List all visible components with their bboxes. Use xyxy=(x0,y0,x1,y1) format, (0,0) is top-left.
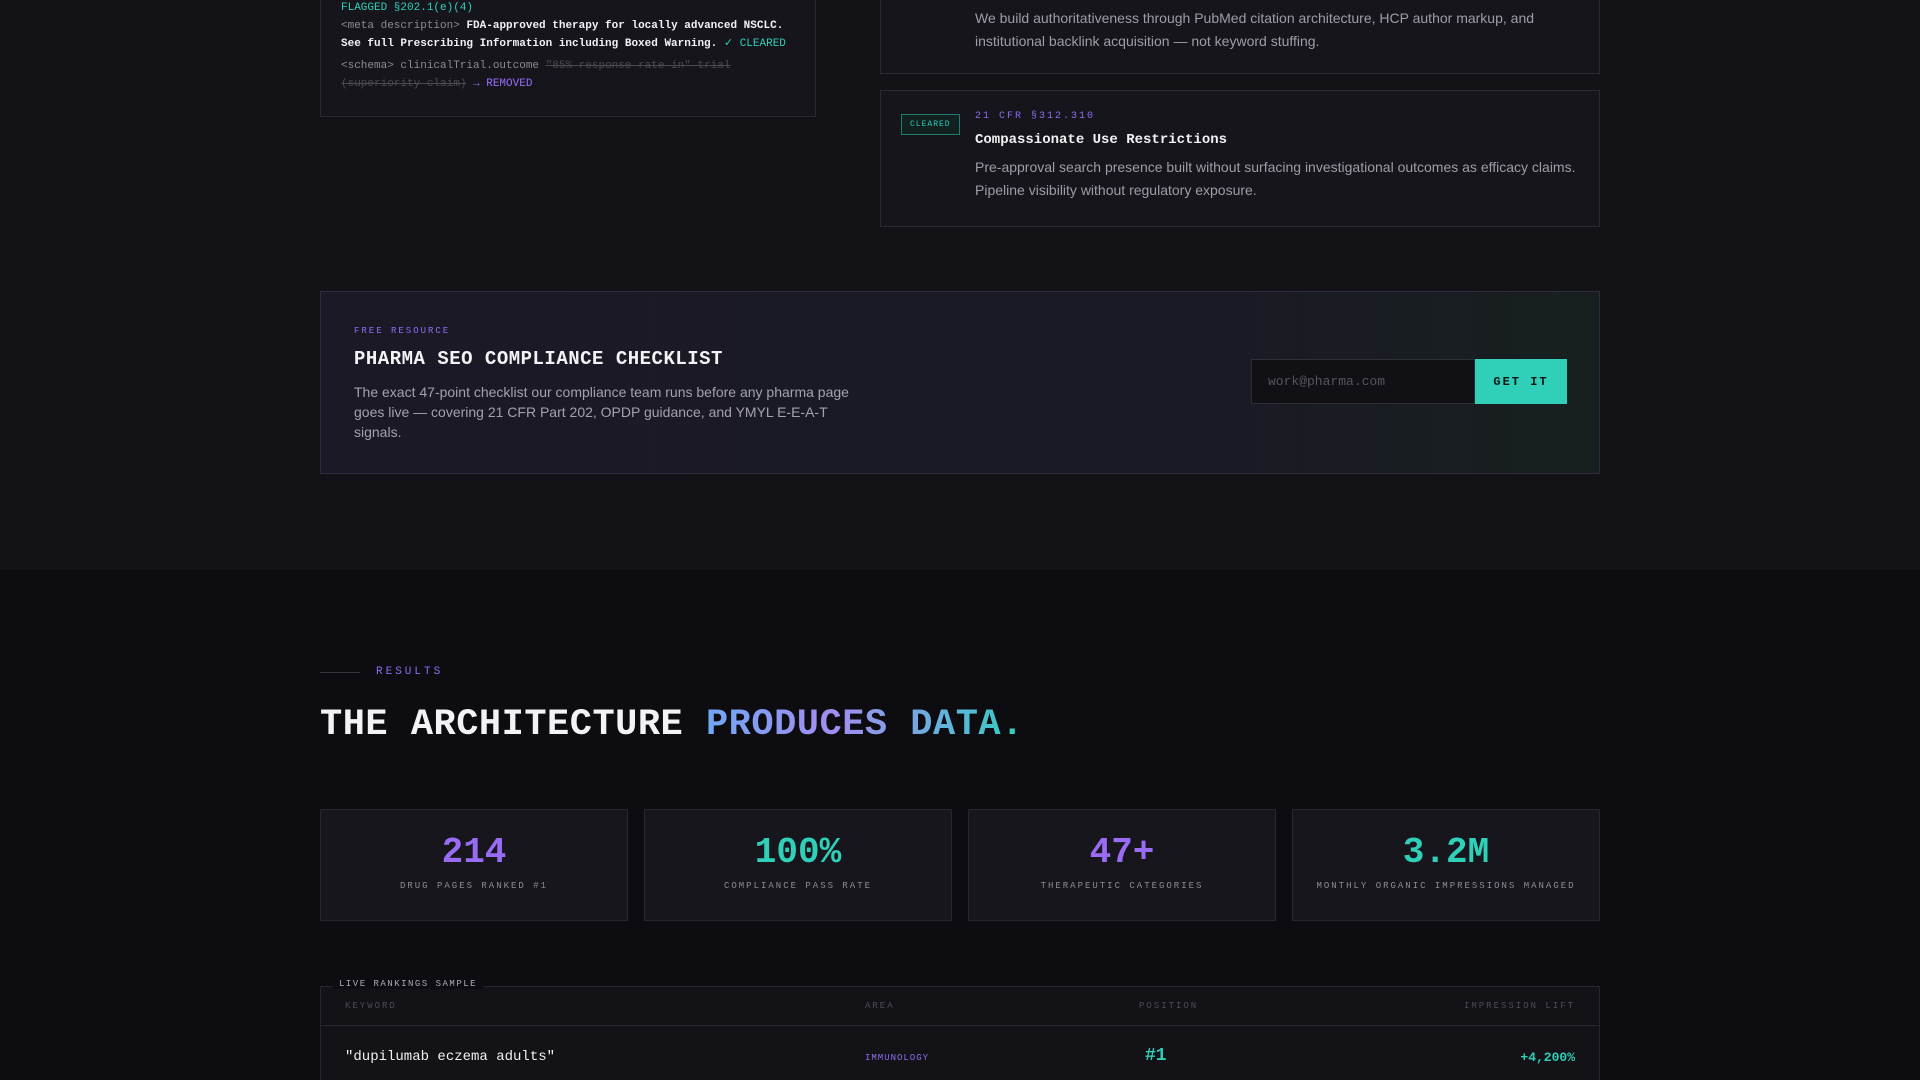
rule-body: We build authoritativeness through PubMe… xyxy=(975,7,1579,53)
stat-value: 3.2M xyxy=(1402,832,1490,873)
results-section: RESULTS THE ARCHITECTURE PRODUCES DATA. … xyxy=(0,570,1920,1080)
rule-card-compassionate-use: CLEARED 21 CFR §312.310 Compassionate Us… xyxy=(880,90,1600,227)
resource-description: The exact 47-point checklist our complia… xyxy=(354,384,849,440)
stat-card: 214 DRUG PAGES RANKED #1 xyxy=(320,809,628,921)
free-resource-banner: FREE RESOURCE PHARMA SEO COMPLIANCE CHEC… xyxy=(320,291,1600,474)
rule-body: 21 CFR §312.310 Compassionate Use Restri… xyxy=(975,111,1579,202)
table-caption: LIVE RANKINGS SAMPLE xyxy=(333,979,484,989)
impression-lift-cell: +4,200% xyxy=(1520,1050,1575,1065)
cleared-badge: CLEARED xyxy=(901,114,960,135)
rule-description: Pre-approval search presence built witho… xyxy=(975,159,1576,198)
header-divider xyxy=(321,1025,1599,1026)
rule-description: We build authoritativeness through PubMe… xyxy=(975,10,1535,49)
stat-value: 47+ xyxy=(1089,832,1155,873)
rule-title: Compassionate Use Restrictions xyxy=(975,132,1228,148)
section-divider xyxy=(320,672,360,673)
column-header-keyword: KEYWORD xyxy=(345,1001,397,1011)
stat-card: 47+ THERAPEUTIC CATEGORIES xyxy=(968,809,1276,921)
rule-card-authority: We build authoritativeness through PubMe… xyxy=(880,0,1600,74)
meta-tag: <meta description> xyxy=(341,20,460,32)
stat-card: 3.2M MONTHLY ORGANIC IMPRESSIONS MANAGED xyxy=(1292,809,1600,921)
schema-line: <schema> clinicalTrial.outcome "85% resp… xyxy=(341,57,795,93)
meta-description-line: <meta description> FDA-approved therapy … xyxy=(341,17,795,53)
stat-card: 100% COMPLIANCE PASS RATE xyxy=(644,809,952,921)
section-label: RESULTS xyxy=(376,666,444,678)
position-cell: #1 xyxy=(1145,1046,1167,1066)
resource-kicker: FREE RESOURCE xyxy=(354,326,451,336)
stat-label: MONTHLY ORGANIC IMPRESSIONS MANAGED xyxy=(1316,881,1576,891)
stat-value: 100% xyxy=(754,832,842,873)
column-header-impression-lift: IMPRESSION LIFT xyxy=(1463,1001,1575,1011)
get-it-button[interactable]: GET IT xyxy=(1475,359,1567,404)
meta-status: ✓ CLEARED xyxy=(723,38,786,50)
stat-label: THERAPEUTIC CATEGORIES xyxy=(1040,881,1204,891)
results-headline: THE ARCHITECTURE PRODUCES DATA. xyxy=(320,704,1024,746)
headline-accent: PRODUCES DATA. xyxy=(705,704,1024,746)
area-cell: IMMUNOLOGY xyxy=(865,1053,930,1063)
headline-plain: THE ARCHITECTURE xyxy=(320,704,706,746)
resource-title: PHARMA SEO COMPLIANCE CHECKLIST xyxy=(354,348,723,370)
stat-label: DRUG PAGES RANKED #1 xyxy=(399,881,549,891)
column-header-position: POSITION xyxy=(1139,1001,1199,1011)
stat-value: 214 xyxy=(441,832,507,873)
rule-code: 21 CFR §312.310 xyxy=(975,111,1096,122)
code-review-card: FLAGGED §202.1(e)(4) <meta description> … xyxy=(320,0,816,117)
compliance-section: FLAGGED §202.1(e)(4) <meta description> … xyxy=(0,0,1920,570)
stat-label: COMPLIANCE PASS RATE xyxy=(723,881,873,891)
rankings-table: LIVE RANKINGS SAMPLE KEYWORD AREA POSITI… xyxy=(320,979,1600,1080)
schema-tag: <schema> clinicalTrial.outcome xyxy=(341,60,540,72)
email-input[interactable] xyxy=(1251,359,1475,404)
column-header-area: AREA xyxy=(865,1001,895,1011)
keyword-cell: "dupilumab eczema adults" xyxy=(345,1049,556,1065)
page: FLAGGED §202.1(e)(4) <meta description> … xyxy=(0,0,1920,1080)
schema-status: → REMOVED xyxy=(473,78,533,90)
flag-line: FLAGGED §202.1(e)(4) xyxy=(341,2,474,14)
